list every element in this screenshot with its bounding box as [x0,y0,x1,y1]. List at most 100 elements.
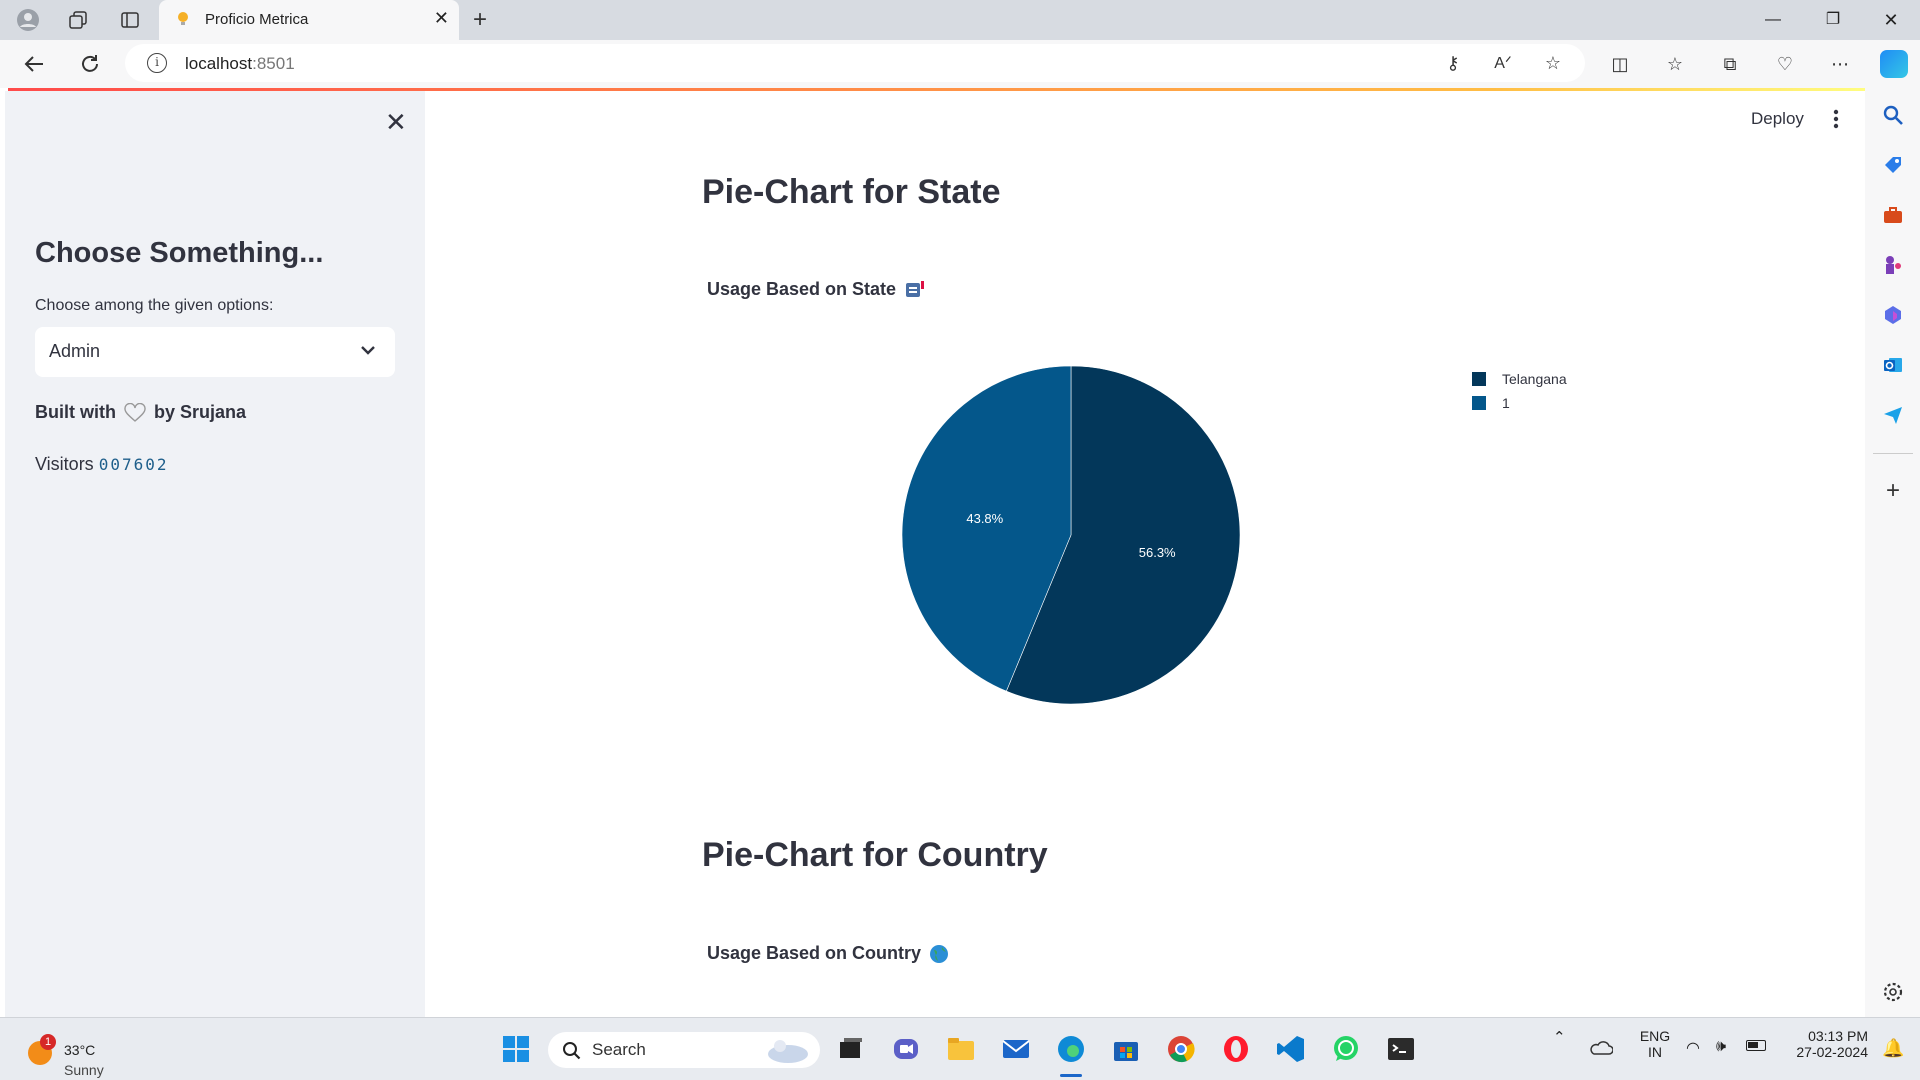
vscode-icon[interactable] [1276,1034,1306,1064]
settings-gear-icon[interactable] [1882,981,1904,1003]
favorite-star-icon[interactable]: ☆ [1541,51,1565,75]
language-indicator[interactable]: ENG IN [1635,1028,1675,1060]
split-screen-icon[interactable]: ◫ [1608,52,1632,76]
restore-icon[interactable]: ❐ [1817,8,1849,32]
url-text: localhost:8501 [185,54,295,73]
favorites-icon[interactable]: ☆ [1663,52,1687,76]
windows-taskbar: 1 33°C Sunny Search ⌃ ENG IN ◠ 🕪 03:13 P… [0,1017,1920,1080]
weather-condition: Sunny [64,1062,104,1078]
outlook-icon[interactable] [1882,354,1904,376]
wifi-icon[interactable]: ◠ [1686,1038,1700,1058]
visitors-count: 007602 [98,455,169,474]
role-select[interactable]: Admin [35,327,395,377]
deploy-button[interactable]: Deploy [1751,109,1804,129]
sidebar-close-icon[interactable]: ✕ [385,107,407,138]
shopping-tag-icon[interactable] [1882,154,1904,176]
send-icon[interactable] [1882,404,1904,426]
whatsapp-icon[interactable] [1331,1034,1361,1064]
legend-label: 1 [1502,395,1510,411]
country-subtitle-text: Usage Based on Country [707,943,922,963]
visitors-counter: Visitors 007602 [35,454,169,475]
sidebar: ✕ Choose Something... Choose among the g… [5,91,425,1017]
chart-emoji-icon [906,280,925,297]
url-field[interactable]: i localhost:8501 ⚷ Aᐟ ☆ [125,44,1585,82]
tray-overflow-icon[interactable]: ⌃ [1553,1028,1566,1046]
onedrive-icon[interactable] [1589,1040,1613,1056]
search-highlight-icon [768,1040,808,1063]
notification-badge: 1 [40,1034,56,1050]
tools-briefcase-icon[interactable] [1882,204,1904,226]
taskbar-search-placeholder: Search [592,1040,646,1059]
clock[interactable]: 03:13 PM 27-02-2024 [1778,1028,1868,1060]
legend-label: Telangana [1502,371,1567,387]
refresh-icon[interactable] [78,52,102,76]
clock-time: 03:13 PM [1808,1028,1868,1044]
windows-start-icon[interactable] [501,1034,531,1064]
collections-icon[interactable]: ⧉ [1718,52,1742,76]
chrome-icon[interactable] [1166,1034,1196,1064]
globe-icon [930,944,949,963]
copilot-icon[interactable] [1880,50,1908,78]
opera-icon[interactable] [1221,1034,1251,1064]
volume-icon[interactable]: 🕪 [1716,1038,1726,1056]
tab-close-icon[interactable]: ✕ [434,8,449,29]
main-content: Deploy Pie-Chart for State Usage Based o… [425,91,1865,1017]
state-subtitle-text: Usage Based on State [707,279,897,299]
taskbar-search[interactable]: Search [548,1032,820,1068]
pie-slice-label: 43.8% [966,511,1003,526]
role-select-value: Admin [49,341,101,361]
tab-actions-icon[interactable] [118,8,142,32]
select-label: Choose among the given options: [35,297,274,314]
microsoft-store-icon[interactable] [1111,1034,1141,1064]
legend-item-telangana[interactable]: Telangana [1472,367,1567,391]
legend-swatch [1472,396,1486,410]
language-code: ENG [1639,1028,1671,1044]
new-tab-icon[interactable]: + [468,6,492,33]
games-chess-icon[interactable] [1882,254,1904,276]
password-key-icon[interactable]: ⚷ [1441,51,1465,75]
teams-chat-icon[interactable] [891,1034,921,1064]
tab-title: Proficio Metrica [205,11,309,28]
chart-legend: Telangana 1 [1472,367,1567,415]
browser-tab-strip: Proficio Metrica ✕ + — ❐ ✕ [0,0,1920,40]
minimize-icon[interactable]: — [1757,8,1789,32]
read-aloud-icon[interactable]: Aᐟ [1491,51,1515,75]
built-with-credit: Built with by Srujana [35,402,246,423]
legend-swatch [1472,372,1486,386]
profile-icon[interactable] [16,8,40,32]
back-icon[interactable] [22,52,46,76]
edge-sidebar: + [1865,88,1920,1017]
task-view-icon[interactable] [836,1034,866,1064]
state-chart-heading: Pie-Chart for State [702,173,1001,211]
edge-browser-icon[interactable] [1056,1034,1086,1064]
heart-icon [124,402,146,422]
region-code: IN [1648,1044,1662,1060]
active-app-indicator [1060,1074,1082,1077]
browser-essentials-icon[interactable]: ♡ [1773,52,1797,76]
battery-icon[interactable] [1746,1040,1766,1051]
search-icon[interactable] [1882,104,1904,126]
workspaces-icon[interactable] [66,8,90,32]
microsoft-365-icon[interactable] [1882,304,1904,326]
streamlit-favicon-icon [178,12,188,25]
state-chart-subtitle: Usage Based on State [707,279,926,300]
site-info-icon[interactable]: i [147,53,167,73]
address-bar-row: i localhost:8501 ⚷ Aᐟ ☆ ◫ ☆ ⧉ ♡ ⋯ [0,40,1920,88]
tab-proficio-metrica[interactable]: Proficio Metrica ✕ [159,0,459,40]
terminal-icon[interactable] [1386,1034,1416,1064]
built-suffix: by Srujana [153,402,247,422]
chevron-down-icon [361,346,375,355]
file-explorer-icon[interactable] [946,1034,976,1064]
country-chart-subtitle: Usage Based on Country [707,943,949,964]
legend-item-1[interactable]: 1 [1472,391,1567,415]
weather-temp: 33°C [64,1042,96,1058]
visitors-label: Visitors [35,454,94,474]
more-menu-icon[interactable]: ⋯ [1828,52,1852,76]
mail-icon[interactable] [1001,1034,1031,1064]
add-icon[interactable]: + [1882,479,1904,503]
main-menu-icon[interactable] [1832,107,1840,131]
sidebar-heading: Choose Something... [35,237,324,269]
built-prefix: Built with [35,402,116,422]
window-close-icon[interactable]: ✕ [1875,8,1907,32]
notifications-bell-icon[interactable]: 🔔 [1882,1038,1904,1059]
